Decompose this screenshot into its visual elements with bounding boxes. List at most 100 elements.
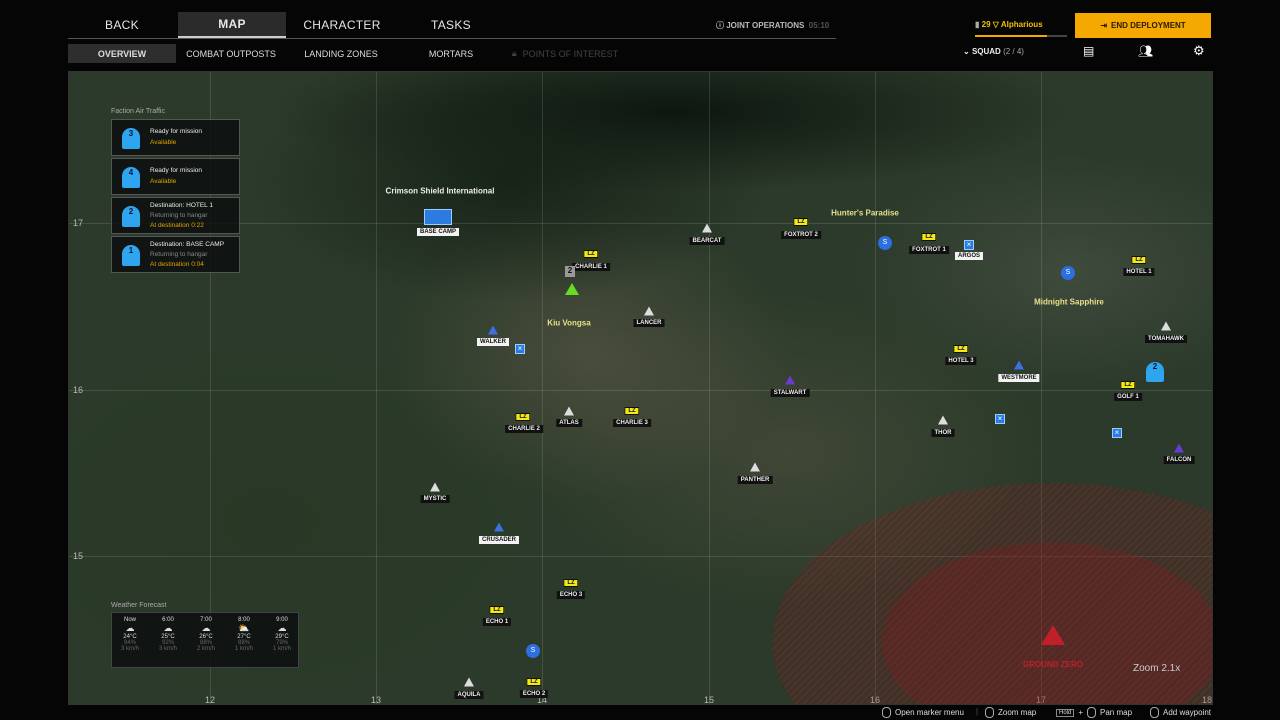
outpost-icon[interactable]: [464, 677, 474, 687]
marker-label[interactable]: ECHO 1: [482, 618, 512, 626]
place-name: Hunter's Paradise: [831, 208, 899, 218]
place-name: Crimson Shield International: [385, 186, 495, 196]
chat-icon[interactable]: ▤: [1083, 44, 1094, 58]
place-name: Kiu Vongsa: [547, 318, 591, 328]
air-traffic-item[interactable]: 2 Destination: HOTEL 1 Returning to hangar…: [111, 197, 240, 234]
map-pin-icon[interactable]: S: [526, 644, 540, 662]
squad-member-marker[interactable]: 2: [565, 266, 575, 277]
outpost-icon[interactable]: [1161, 321, 1171, 331]
marker-label[interactable]: BEARCAT: [689, 237, 725, 245]
marker-label[interactable]: CHARLIE 2: [505, 425, 543, 433]
lz-icon[interactable]: LZ: [921, 233, 937, 241]
settings-gear-icon[interactable]: ⚙: [1193, 43, 1205, 59]
lz-icon[interactable]: LZ: [515, 413, 531, 421]
marker-label[interactable]: FOXTROT 1: [909, 246, 949, 254]
marker-label[interactable]: CHARLIE 3: [613, 419, 651, 427]
ground-zero-label: GROUND ZERO: [1023, 660, 1083, 669]
marker-label[interactable]: THOR: [931, 429, 955, 437]
outpost-icon[interactable]: [1174, 443, 1184, 453]
squad-toggle[interactable]: ⌄ SQUAD (2 / 4): [963, 47, 1024, 56]
air-status: Available: [150, 178, 177, 185]
marker-label[interactable]: FOXTROT 2: [781, 231, 821, 239]
marker-label[interactable]: WALKER: [477, 338, 509, 346]
outpost-icon[interactable]: [702, 223, 712, 233]
end-deployment-button[interactable]: ⇥ END DEPLOYMENT: [1075, 13, 1211, 38]
objective-icon[interactable]: ×: [1112, 428, 1122, 438]
objective-icon[interactable]: ×: [515, 344, 525, 354]
lz-icon[interactable]: LZ: [1131, 256, 1147, 264]
map-pin-icon[interactable]: S: [1061, 266, 1075, 284]
subtab-mortars[interactable]: MORTARS: [398, 44, 504, 63]
air-sub: Returning to hangar: [150, 251, 208, 258]
subtab-combat-outposts[interactable]: COMBAT OUTPOSTS: [178, 44, 284, 63]
tab-map[interactable]: MAP: [178, 12, 286, 38]
air-traffic-item[interactable]: 4 Ready for mission Available: [111, 158, 240, 195]
marker-label[interactable]: AQUILA: [454, 691, 484, 699]
air-status: At destination 0:22: [150, 222, 204, 229]
tactical-map[interactable]: 17 16 15 12 13 14 15 16 17 18 GROUND ZER…: [68, 71, 1213, 705]
mouse-left-icon: [1087, 707, 1097, 718]
lz-icon[interactable]: LZ: [583, 250, 599, 258]
lz-icon[interactable]: LZ: [793, 218, 809, 226]
outpost-icon[interactable]: [785, 375, 795, 385]
marker-label[interactable]: CHARLIE 1: [572, 263, 610, 271]
player-position-icon: [565, 283, 579, 295]
grid-line: [542, 72, 543, 704]
marker-label[interactable]: ARGOS: [954, 252, 984, 260]
marker-label[interactable]: HOTEL 1: [1123, 268, 1155, 276]
lz-icon[interactable]: LZ: [953, 345, 969, 353]
marker-label[interactable]: ATLAS: [556, 419, 582, 427]
marker-label[interactable]: ECHO 2: [519, 690, 549, 698]
air-sub: Returning to hangar: [150, 212, 208, 219]
lz-icon[interactable]: LZ: [526, 678, 542, 686]
outpost-icon[interactable]: [488, 325, 498, 335]
marker-label[interactable]: LANCER: [633, 319, 665, 327]
tab-back[interactable]: BACK: [68, 12, 176, 38]
marker-label[interactable]: TOMAHAWK: [1145, 335, 1187, 343]
marker-label[interactable]: CRUSADER: [478, 536, 520, 544]
air-traffic-item[interactable]: 1 Destination: BASE CAMP Returning to hang…: [111, 236, 240, 273]
outpost-icon[interactable]: [564, 406, 574, 416]
lz-icon[interactable]: LZ: [624, 407, 640, 415]
marker-label[interactable]: ECHO 3: [556, 591, 586, 599]
outpost-icon[interactable]: [938, 415, 948, 425]
tab-character[interactable]: CHARACTER: [288, 12, 396, 38]
lz-icon[interactable]: LZ: [489, 606, 505, 614]
aircraft-icon[interactable]: 2: [1146, 362, 1164, 382]
marker-label[interactable]: STALWART: [770, 389, 810, 397]
marker-label[interactable]: WESTMORE: [998, 374, 1040, 382]
base-camp-icon[interactable]: [424, 209, 452, 225]
marker-label[interactable]: MYSTIC: [420, 495, 450, 503]
tab-tasks[interactable]: TASKS: [396, 12, 506, 38]
zoom-level: Zoom 2.1x: [1133, 663, 1181, 674]
divider: [700, 38, 836, 39]
hint-zoom-map: Zoom map: [985, 707, 1036, 718]
squad-members-icon[interactable]: 👥︎: [1138, 44, 1153, 58]
marker-label[interactable]: BASE CAMP: [416, 228, 460, 236]
grid-row-label: 17: [73, 218, 84, 228]
objective-icon[interactable]: ×: [964, 240, 974, 250]
subtab-overview[interactable]: OVERVIEW: [68, 44, 176, 63]
outpost-icon[interactable]: [1014, 360, 1024, 370]
objective-icon[interactable]: ×: [995, 414, 1005, 424]
subtab-landing-zones[interactable]: LANDING ZONES: [288, 44, 394, 63]
marker-label[interactable]: PANTHER: [737, 476, 773, 484]
mission-name: JOINT OPERATIONS: [726, 21, 805, 30]
weather-panel: Now ☁ 24°C 94% 3 km/h 6:00 ☁ 25°C 92% 3 km/h 7:0…: [111, 612, 299, 668]
outpost-icon[interactable]: [644, 306, 654, 316]
map-pin-icon[interactable]: S: [878, 236, 892, 254]
helicopter-icon: 2: [122, 206, 140, 227]
mouse-right-icon: [882, 707, 891, 718]
air-traffic-item[interactable]: 3 Ready for mission Available: [111, 119, 240, 156]
lz-icon[interactable]: LZ: [1120, 381, 1136, 389]
marker-label[interactable]: GOLF 1: [1114, 393, 1142, 401]
hint-open-marker-menu: Open marker menu: [882, 707, 964, 718]
outpost-icon[interactable]: [750, 462, 760, 472]
lz-icon[interactable]: LZ: [563, 579, 579, 587]
cloud-icon: ☁: [125, 623, 135, 633]
outpost-icon[interactable]: [494, 522, 504, 532]
outpost-icon[interactable]: [430, 482, 440, 492]
marker-label[interactable]: HOTEL 3: [945, 357, 977, 365]
helicopter-icon: 1: [122, 245, 140, 266]
marker-label[interactable]: FALCON: [1163, 456, 1195, 464]
